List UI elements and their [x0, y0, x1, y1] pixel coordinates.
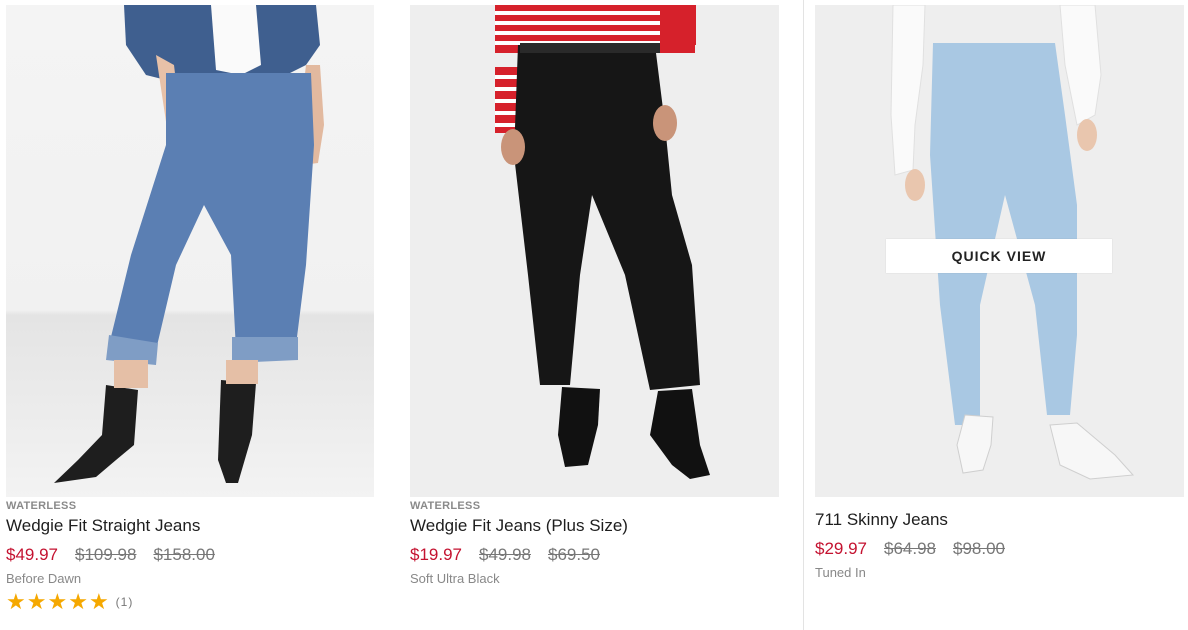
- product-tag: WATERLESS: [410, 500, 481, 512]
- star-icon: ★: [6, 589, 26, 614]
- original-price: $109.98: [75, 545, 137, 564]
- product-grid: WATERLESS Wedgie Fit Straight Jeans $49.…: [0, 0, 1188, 630]
- product-photo-jeans-blue: [54, 5, 324, 483]
- product-card[interactable]: WATERLESS Wedgie Fit Jeans (Plus Size) $…: [410, 0, 779, 630]
- product-card[interactable]: QUICK VIEW 711 Skinny Jeans $29.97 $64.9…: [815, 0, 1184, 630]
- original-price: $49.98: [479, 545, 531, 564]
- product-tag: WATERLESS: [6, 500, 77, 512]
- quick-view-button[interactable]: QUICK VIEW: [886, 239, 1112, 273]
- star-icon: ★: [26, 589, 47, 614]
- product-card[interactable]: WATERLESS Wedgie Fit Straight Jeans $49.…: [6, 0, 374, 630]
- list-price: $69.50: [548, 545, 600, 564]
- star-icon: ★: [68, 589, 88, 614]
- sale-price: $49.97: [6, 545, 58, 564]
- review-count[interactable]: (1): [116, 595, 134, 609]
- list-price: $98.00: [953, 539, 1005, 558]
- product-name-link[interactable]: Wedgie Fit Straight Jeans: [6, 516, 200, 536]
- original-price: $64.98: [884, 539, 936, 558]
- star-icon: ★: [47, 589, 68, 614]
- product-image[interactable]: [6, 5, 374, 497]
- column-divider: [803, 0, 804, 630]
- price-row: $19.97 $49.98 $69.50: [410, 545, 600, 565]
- product-photo-jeans-black: [495, 5, 710, 479]
- list-price: $158.00: [153, 545, 215, 564]
- color-name: Soft Ultra Black: [410, 571, 500, 586]
- price-row: $49.97 $109.98 $158.00: [6, 545, 215, 565]
- color-name: Before Dawn: [6, 571, 82, 586]
- product-name-link[interactable]: Wedgie Fit Jeans (Plus Size): [410, 516, 628, 536]
- color-name: Tuned In: [815, 565, 866, 580]
- price-row: $29.97 $64.98 $98.00: [815, 539, 1005, 559]
- star-icon: ★: [88, 589, 109, 614]
- rating-stars[interactable]: ★ ★ ★ ★ ★ (1): [6, 589, 134, 614]
- sale-price: $19.97: [410, 545, 462, 564]
- product-image[interactable]: QUICK VIEW: [815, 5, 1184, 497]
- product-image[interactable]: [410, 5, 779, 497]
- product-name-link[interactable]: 711 Skinny Jeans: [815, 510, 948, 530]
- sale-price: $29.97: [815, 539, 867, 558]
